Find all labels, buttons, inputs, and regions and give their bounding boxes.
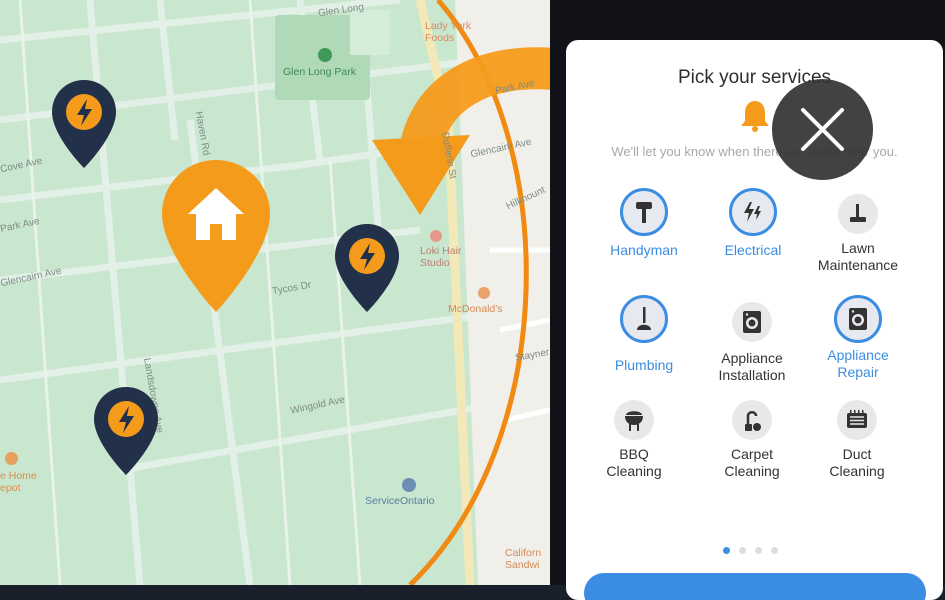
service-label: Lawn Maintenance bbox=[817, 240, 899, 273]
page-indicator[interactable] bbox=[723, 547, 778, 554]
vent-icon bbox=[847, 410, 867, 428]
service-label: Handyman bbox=[610, 242, 678, 258]
vacuum-icon bbox=[745, 411, 761, 431]
service-appliance-repair[interactable]: Appliance Repair bbox=[798, 295, 918, 381]
service-plumbing[interactable]: Plumbing bbox=[584, 295, 704, 374]
subtitle: We'll let you know when there are deals … bbox=[611, 144, 898, 159]
poi-home-depot: e Home epot bbox=[0, 470, 37, 494]
map-view[interactable]: Glen Long Cove Ave Park Ave Glencairn Av… bbox=[0, 0, 550, 585]
service-label: Plumbing bbox=[614, 357, 674, 373]
service-appliance-installation[interactable]: Appliance Installation bbox=[692, 302, 812, 384]
continue-button[interactable] bbox=[584, 573, 926, 600]
page-title: Pick your services bbox=[677, 67, 832, 88]
service-label: Carpet Cleaning bbox=[724, 446, 780, 479]
electric-pin-1[interactable] bbox=[50, 78, 118, 170]
close-icon bbox=[801, 108, 844, 151]
page-dot[interactable] bbox=[755, 547, 762, 554]
poi-california: Californ Sandwi bbox=[505, 547, 542, 571]
service-label: Appliance Installation bbox=[718, 350, 786, 383]
park-icon bbox=[318, 48, 332, 62]
government-icon bbox=[402, 478, 416, 492]
service-handyman[interactable]: Handyman bbox=[584, 188, 704, 259]
electric-pin-2[interactable] bbox=[333, 222, 401, 314]
lawnmower-icon bbox=[850, 204, 866, 222]
services-card: Pick your services We'll let you know wh… bbox=[566, 40, 943, 600]
hammer-icon bbox=[636, 202, 652, 223]
service-duct[interactable]: Duct Cleaning bbox=[797, 400, 917, 480]
plunger-icon bbox=[637, 307, 651, 330]
service-label: Appliance Repair bbox=[827, 347, 889, 380]
bolt-icon bbox=[744, 202, 761, 222]
poi-glen-long-park: Glen Long Park bbox=[283, 66, 356, 78]
restaurant-icon bbox=[478, 287, 490, 299]
service-carpet[interactable]: Carpet Cleaning bbox=[692, 400, 812, 480]
bell-icon bbox=[741, 101, 769, 132]
service-lawn[interactable]: Lawn Maintenance bbox=[798, 194, 918, 274]
salon-icon bbox=[430, 230, 442, 242]
store-icon bbox=[5, 452, 18, 465]
page-dot[interactable] bbox=[739, 547, 746, 554]
electric-pin-3[interactable] bbox=[92, 385, 160, 477]
service-label: BBQ Cleaning bbox=[606, 446, 662, 479]
close-button[interactable] bbox=[772, 79, 873, 180]
page-dot[interactable] bbox=[723, 547, 730, 554]
washer-icon bbox=[743, 311, 761, 333]
page-dot[interactable] bbox=[771, 547, 778, 554]
poi-loki: Loki Hair Studio bbox=[420, 245, 462, 269]
poi-lady-york: Lady York Foods bbox=[425, 20, 472, 44]
bbq-icon bbox=[625, 411, 643, 431]
service-label: Duct Cleaning bbox=[829, 446, 885, 479]
service-electrical[interactable]: Electrical bbox=[693, 188, 813, 259]
washer-icon bbox=[849, 308, 867, 330]
home-pin[interactable] bbox=[160, 158, 272, 314]
service-label: Electrical bbox=[724, 242, 782, 258]
poi-mcdonalds: McDonald's bbox=[448, 303, 503, 315]
service-bbq[interactable]: BBQ Cleaning bbox=[574, 400, 694, 480]
poi-service-ontario: ServiceOntario bbox=[365, 495, 435, 507]
